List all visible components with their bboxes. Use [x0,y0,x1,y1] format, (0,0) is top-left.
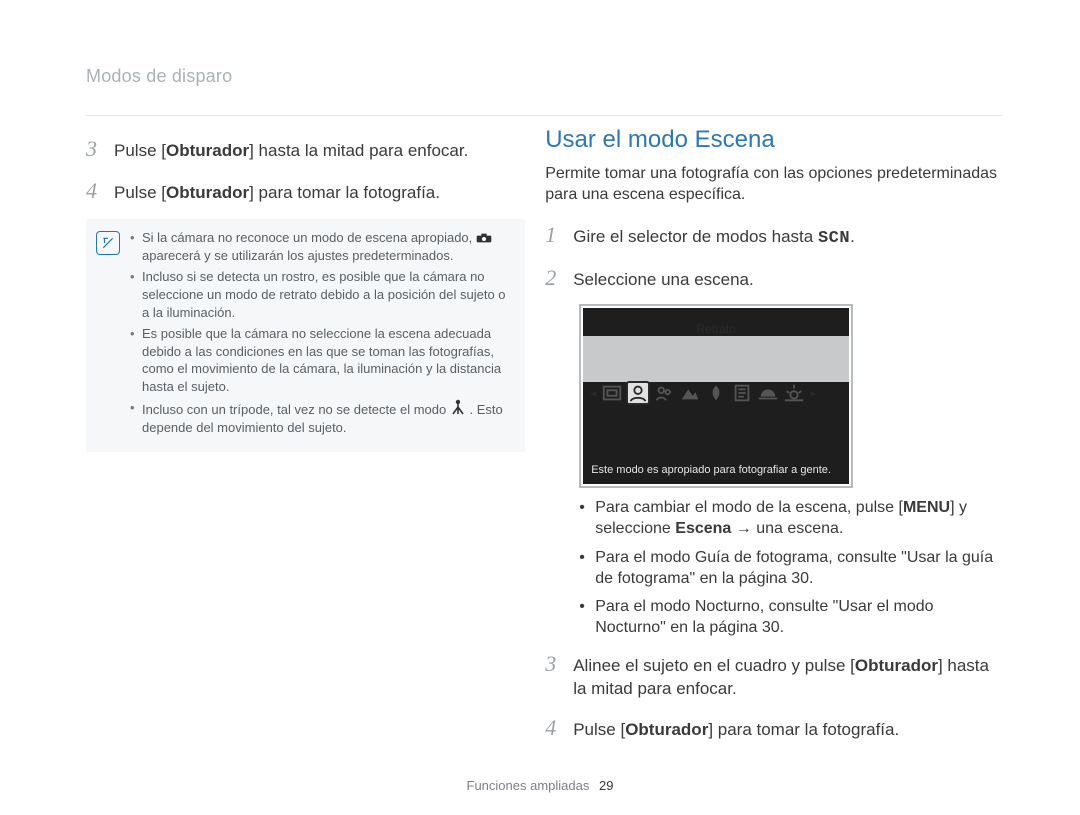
footer-label: Funciones ampliadas [467,778,590,793]
smart-auto-icon [476,230,492,242]
scene-description: Este modo es apropiado para fotografiar … [591,464,841,478]
landscape-icon [679,382,701,404]
sub-bullet-item: Para el modo Nocturno, consulte "Usar el… [579,597,1002,639]
text: ] para tomar la fotografía. [249,183,440,202]
step-4: 4 Pulse [Obturador] para tomar la fotogr… [86,176,525,206]
step-number: 4 [86,176,102,206]
note-icon [96,231,120,255]
step-3: 3 Alinee el sujeto en el cuadro y pulse [… [545,649,1002,701]
note-item: Incluso con un trípode, tal vez no se de… [130,399,511,436]
tripod-icon [450,399,466,411]
step-3: 3 Pulse [Obturador] hasta la mitad para … [86,134,525,164]
step-2: 2 Seleccione una escena. [545,263,1002,293]
closeup-icon [705,382,727,404]
scene-icons-row: ◂ ▸ [589,382,843,404]
divider [86,115,1002,116]
content-columns: 3 Pulse [Obturador] hasta la mitad para … [86,128,1002,755]
left-column: 3 Pulse [Obturador] hasta la mitad para … [86,128,525,755]
page-number: 29 [599,778,613,793]
step-4: 4 Pulse [Obturador] para tomar la fotogra… [545,713,1002,743]
text: aparecerá y se utilizarán los ajustes pr… [142,248,453,263]
text: ] hasta la mitad para enfocar. [249,141,468,160]
frame-guide-icon [601,382,623,404]
scene-bar: ◂ ▸ [583,336,849,382]
text: Gire el selector de modos hasta [573,227,818,246]
section-header: Modos de disparo [86,66,1002,87]
section-title: Usar el modo Escena [545,126,1002,154]
step-number: 3 [545,649,561,679]
note-callout: Si la cámara no reconoce un modo de esce… [86,219,525,452]
step-number: 2 [545,263,561,293]
text: Pulse [ [114,183,166,202]
page-footer: Funciones ampliadas 29 [0,778,1080,793]
note-item: Incluso si se detecta un rostro, es posi… [130,268,511,321]
step-text: Alinee el sujeto en el cuadro y pulse [O… [573,655,1002,701]
children-icon [653,382,675,404]
manual-page: Modos de disparo 3 Pulse [Obturador] has… [0,0,1080,815]
step-text: Gire el selector de modos hasta SCN. [573,226,1002,251]
text: Si la cámara no reconoce un modo de esce… [142,230,476,245]
text: Incluso con un trípode, tal vez no se de… [142,402,450,417]
sunset-icon [757,382,779,404]
note-list: Si la cámara no reconoce un modo de esce… [130,229,511,440]
dawn-icon [783,382,805,404]
lcd-preview: Retrato ◂ ▸ [579,304,853,488]
note-item: Si la cámara no reconoce un modo de esce… [130,229,511,264]
step-text: Pulse [Obturador] para tomar la fotograf… [114,182,525,205]
sub-bullet-list: Para cambiar el modo de la escena, pulse… [579,498,1002,639]
step-number: 1 [545,220,561,250]
section-intro: Permite tomar una fotografía con las opc… [545,164,1002,206]
lcd-screen: Retrato ◂ ▸ [583,308,849,484]
step-text: Pulse [Obturador] para tomar la fotograf… [573,719,1002,742]
scene-name-label: Retrato [583,322,849,336]
chevron-right-icon: ▸ [809,386,817,400]
chevron-left-icon: ◂ [589,386,597,400]
step-number: 4 [545,713,561,743]
portrait-icon [627,382,649,404]
note-item: Es posible que la cámara no seleccione l… [130,325,511,395]
text-icon [731,382,753,404]
step-number: 3 [86,134,102,164]
text: . [850,227,855,246]
steps-continued: 3 Alinee el sujeto en el cuadro y pulse [… [545,649,1002,743]
sub-bullet-item: Para cambiar el modo de la escena, pulse… [579,498,1002,540]
scn-label: SCN [818,229,850,248]
text-bold: Obturador [166,183,249,202]
step-text: Seleccione una escena. [573,269,1002,292]
right-column: Usar el modo Escena Permite tomar una fo… [545,128,1002,755]
text: Pulse [ [114,141,166,160]
sub-bullet-item: Para el modo Guía de fotograma, consulte… [579,548,1002,590]
step-text: Pulse [Obturador] hasta la mitad para en… [114,140,525,163]
text-bold: Obturador [166,141,249,160]
step-1: 1 Gire el selector de modos hasta SCN. [545,220,1002,251]
